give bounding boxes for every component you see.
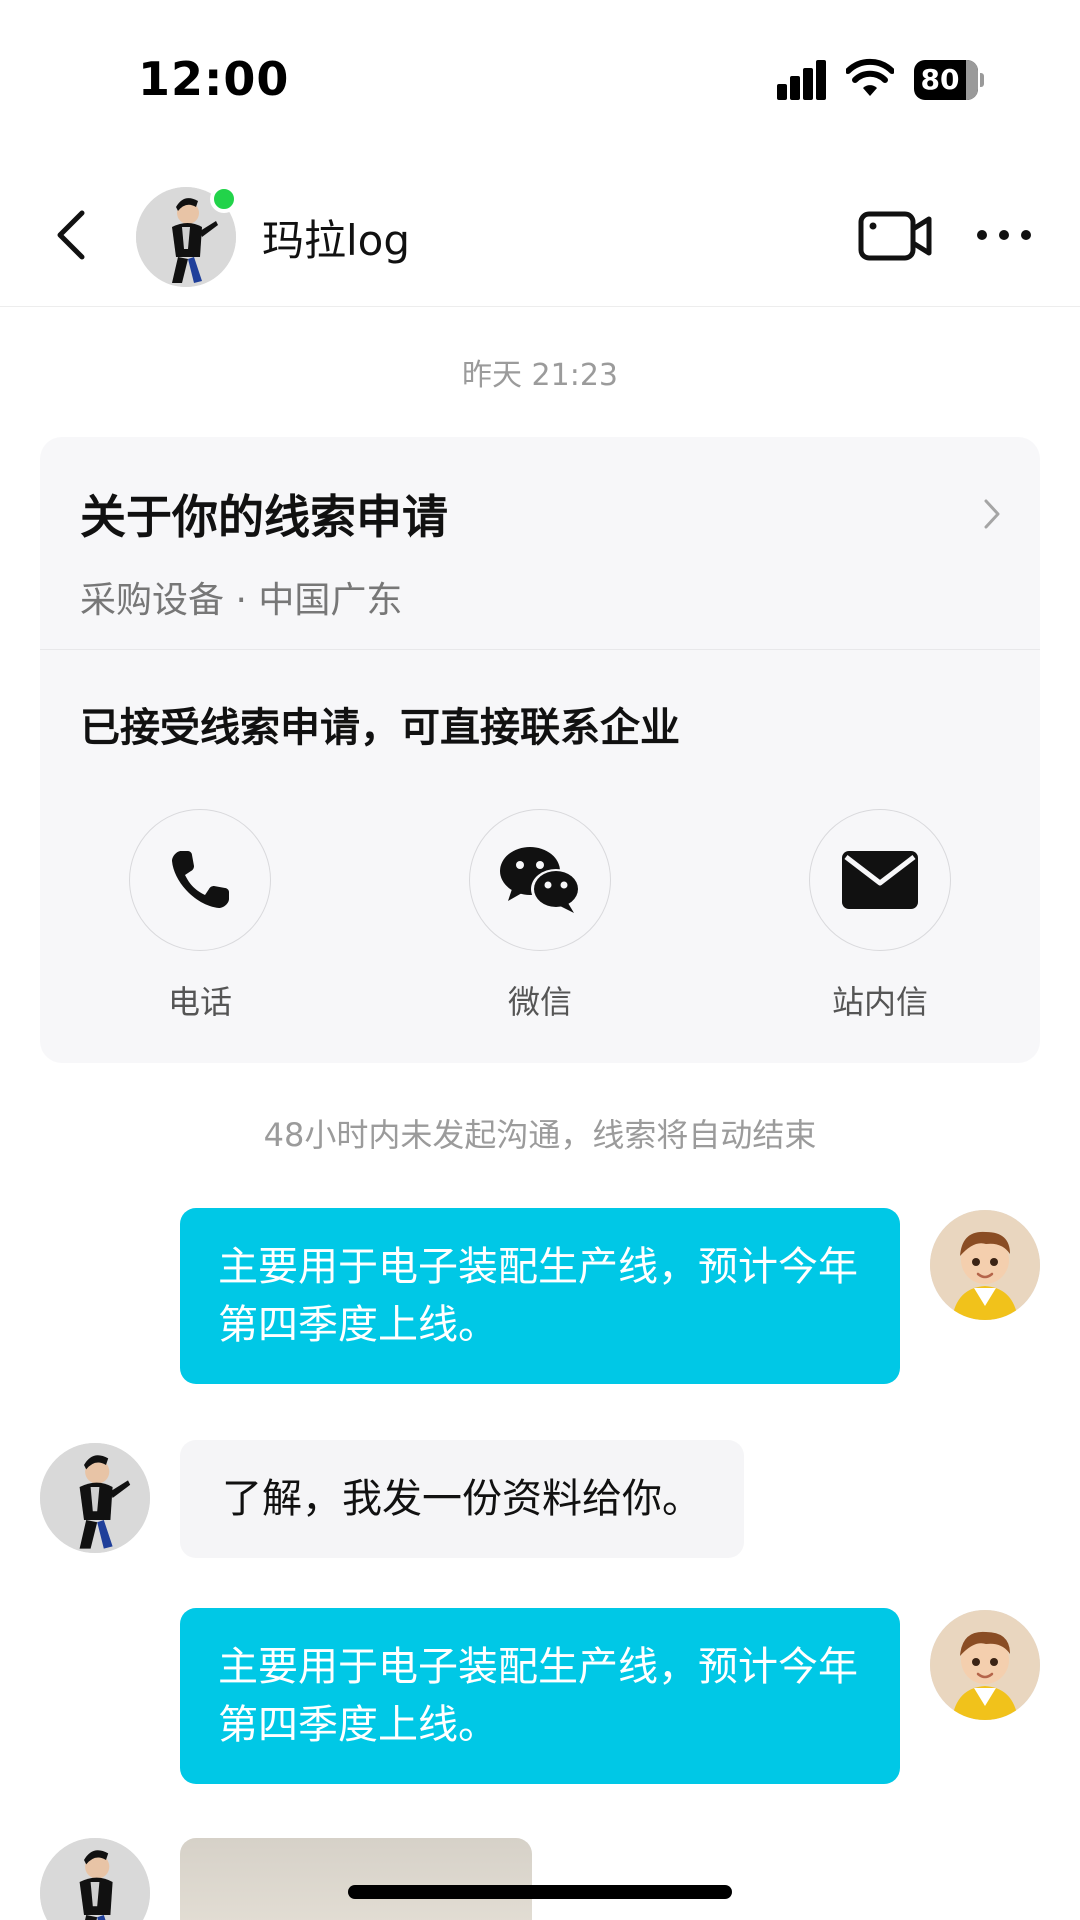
cartoon-boy-avatar-icon — [930, 1610, 1040, 1720]
battery-level: 80 — [920, 63, 960, 96]
my-avatar[interactable] — [930, 1610, 1040, 1720]
battery-icon: 80 — [914, 60, 984, 100]
lead-card-title: 关于你的线索申请 — [80, 490, 448, 544]
contact-name[interactable]: 玛拉log — [262, 207, 410, 268]
more-icon[interactable] — [976, 223, 1032, 247]
lead-expiry-notice: 48小时内未发起沟通，线索将自动结束 — [263, 1116, 817, 1154]
divider — [40, 649, 1040, 650]
mail-action-button[interactable]: 站内信 — [780, 809, 980, 1023]
status-time: 12:00 — [138, 52, 290, 106]
wechat-icon — [500, 847, 581, 913]
wechat-action-button[interactable]: 微信 — [440, 809, 640, 1023]
chevron-right-icon[interactable] — [982, 497, 1002, 531]
my-avatar[interactable] — [930, 1210, 1040, 1320]
contact-avatar-small[interactable] — [40, 1838, 150, 1920]
phone-action-button[interactable]: 电话 — [100, 809, 300, 1023]
mail-icon — [842, 851, 918, 909]
chat-header: 玛拉log — [0, 165, 1080, 307]
signal-icon — [777, 60, 827, 100]
avatar-figure-icon — [40, 1443, 150, 1553]
cartoon-boy-avatar-icon — [930, 1210, 1040, 1320]
chat-timestamp: 昨天 21:23 — [462, 358, 618, 393]
other-message-bubble[interactable]: 了解，我发一份资料给你。 — [180, 1440, 744, 1558]
my-message-bubble[interactable]: 主要用于电子装配生产线，预计今年第四季度上线。 — [180, 1608, 900, 1784]
home-indicator[interactable] — [348, 1885, 732, 1899]
phone-label: 电话 — [167, 983, 232, 1021]
wechat-label: 微信 — [507, 983, 572, 1021]
wifi-icon — [846, 58, 894, 96]
back-icon[interactable] — [48, 205, 98, 265]
my-message-bubble[interactable]: 主要用于电子装配生产线，预计今年第四季度上线。 — [180, 1208, 900, 1384]
lead-card-subtitle: 采购设备 · 中国广东 — [80, 580, 403, 621]
video-call-icon[interactable] — [858, 209, 932, 263]
avatar-figure-icon — [40, 1838, 150, 1920]
lead-card[interactable]: 关于你的线索申请 采购设备 · 中国广东 已接受线索申请，可直接联系企业 电话 — [40, 437, 1040, 1063]
online-status-dot — [210, 185, 238, 213]
mail-label: 站内信 — [831, 983, 928, 1021]
image-message[interactable] — [180, 1838, 532, 1920]
status-bar: 12:00 80 — [0, 0, 1080, 165]
contact-avatar-small[interactable] — [40, 1443, 150, 1553]
phone-icon — [172, 851, 229, 908]
lead-card-message: 已接受线索申请，可直接联系企业 — [80, 705, 680, 751]
